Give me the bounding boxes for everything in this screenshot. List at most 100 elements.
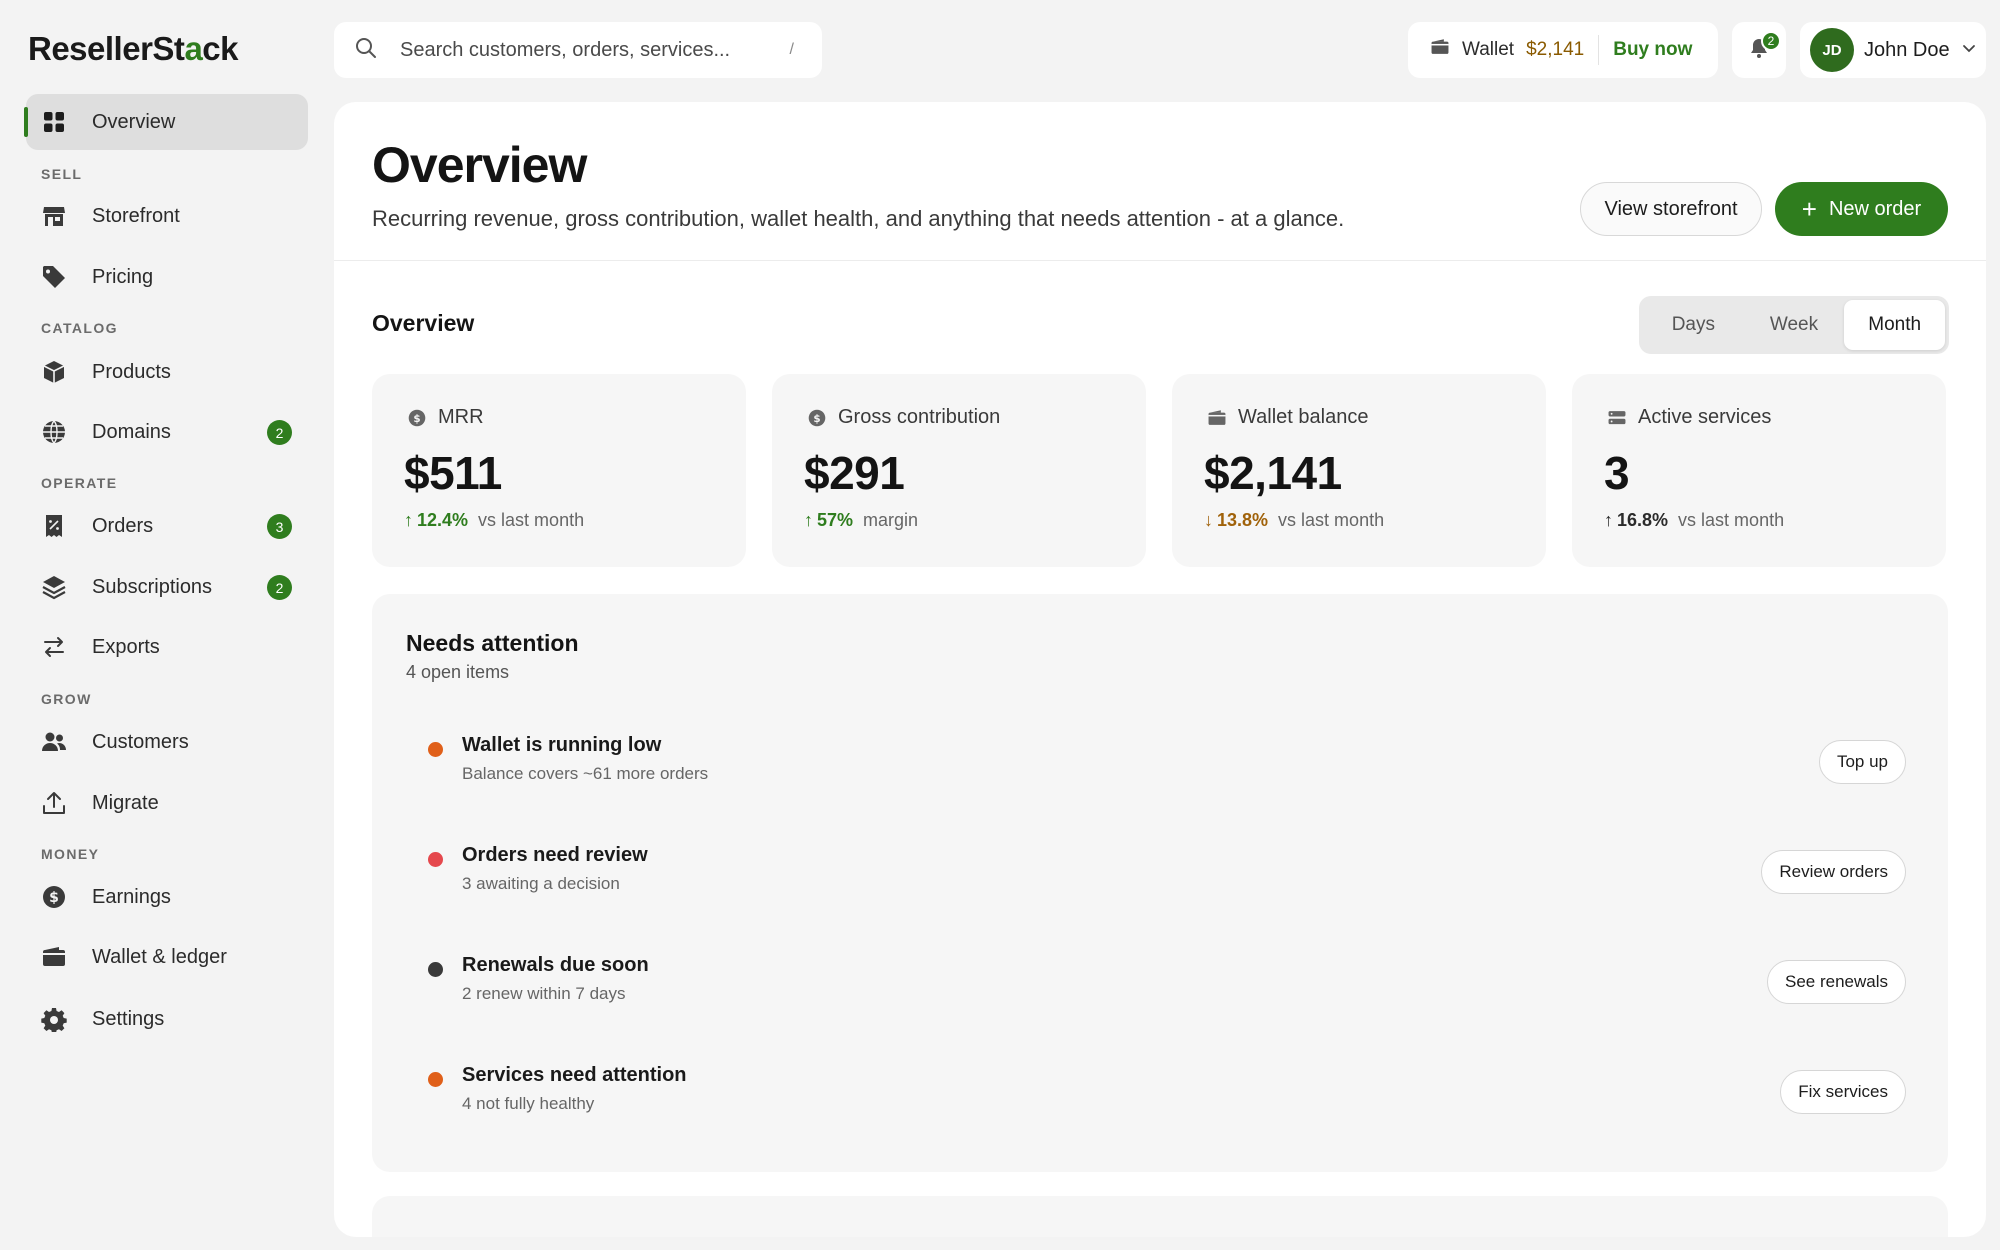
- sidebar-item-overview[interactable]: Overview: [24, 94, 308, 150]
- sidebar-item-label: Earnings: [92, 885, 171, 908]
- sidebar-item-label: Exports: [92, 635, 160, 658]
- attention-item-title: Wallet is running low: [462, 734, 662, 756]
- fix-services-button[interactable]: Fix services: [1780, 1070, 1906, 1114]
- kpi-card-gross-contribution: $ Gross contribution $291 ↑ 57% margin: [772, 374, 1146, 567]
- header-divider: [334, 260, 1986, 261]
- sidebar-item-orders[interactable]: Orders 3: [26, 498, 308, 554]
- attention-item: Orders need review 3 awaiting a decision…: [426, 840, 1906, 920]
- attention-item: Services need attention 4 not fully heal…: [426, 1060, 1906, 1140]
- attention-item-title: Orders need review: [462, 844, 648, 866]
- kpi-label: Active services: [1638, 406, 1772, 428]
- search-bar[interactable]: Search customers, orders, services... /: [334, 22, 822, 78]
- review-orders-button[interactable]: Review orders: [1761, 850, 1906, 894]
- overview-section-title: Overview: [372, 310, 475, 336]
- view-storefront-button[interactable]: View storefront: [1580, 182, 1762, 236]
- page-title: Overview: [372, 137, 587, 193]
- kpi-card-wallet-balance: Wallet balance $2,141 ↓ 13.8% vs last mo…: [1172, 374, 1546, 567]
- status-dot: [428, 962, 443, 977]
- section-label-grow: GROW: [41, 691, 92, 707]
- gear-icon: [40, 1005, 68, 1033]
- layers-icon: [40, 573, 68, 601]
- top-up-button[interactable]: Top up: [1818, 740, 1906, 784]
- chevron-down-icon: [1960, 39, 1978, 62]
- buy-now-button[interactable]: Buy now: [1613, 39, 1692, 61]
- attention-item-title: Services need attention: [462, 1064, 687, 1086]
- dollar-coin-icon: $: [806, 407, 828, 429]
- wallet-label: Wallet: [1462, 39, 1515, 60]
- user-menu[interactable]: JD John Doe: [1800, 22, 1986, 78]
- plus-icon: +: [1801, 194, 1817, 224]
- arrows-exchange-icon: [40, 633, 68, 661]
- status-dot: [428, 742, 443, 757]
- new-order-label: New order: [1828, 197, 1922, 220]
- storefront-icon: [40, 202, 68, 230]
- sidebar-item-subscriptions[interactable]: Subscriptions 2: [26, 559, 308, 615]
- sidebar-item-products[interactable]: Products: [26, 344, 308, 400]
- sidebar-item-earnings[interactable]: $ Earnings: [26, 869, 308, 925]
- sidebar-item-settings[interactable]: Settings: [26, 991, 308, 1047]
- grid-icon: [40, 108, 68, 136]
- kpi-delta-value: 57%: [817, 510, 854, 530]
- logo[interactable]: ResellerStack: [28, 30, 239, 68]
- sidebar-item-label: Migrate: [92, 791, 159, 814]
- sidebar-item-storefront[interactable]: Storefront: [26, 188, 308, 244]
- period-month[interactable]: Month: [1844, 300, 1946, 350]
- attention-item-desc: Balance covers ~61 more orders: [462, 764, 709, 783]
- wallet-divider: [1598, 35, 1600, 65]
- needs-attention-count: 4 open items: [406, 662, 510, 682]
- wallet-icon: [1430, 37, 1450, 63]
- see-renewals-button[interactable]: See renewals: [1766, 960, 1906, 1004]
- kpi-delta-note: margin: [863, 510, 919, 530]
- arrow-up-icon: ↑: [804, 510, 813, 530]
- notification-count-badge: 2: [1761, 31, 1781, 51]
- sidebar-item-label: Storefront: [92, 204, 180, 227]
- kpi-label-row: Wallet balance: [1206, 406, 1368, 429]
- needs-attention-title: Needs attention: [406, 630, 579, 656]
- kpi-label: Gross contribution: [838, 406, 1001, 428]
- dollar-coin-icon: $: [406, 407, 428, 429]
- kpi-value: $291: [804, 447, 905, 499]
- section-label-catalog: CATALOG: [41, 320, 118, 336]
- sidebar-item-label: Settings: [92, 1007, 165, 1030]
- sidebar-item-label: Domains: [92, 420, 171, 443]
- sidebar-item-pricing[interactable]: Pricing: [26, 249, 308, 305]
- wallet-summary: Wallet $2,141 Buy now: [1408, 22, 1718, 78]
- kpi-delta-note: vs last month: [1678, 510, 1785, 530]
- kpi-label: MRR: [438, 406, 484, 428]
- sidebar-item-customers[interactable]: Customers: [26, 714, 308, 770]
- sidebar-item-wallet-ledger[interactable]: Wallet & ledger: [26, 929, 308, 985]
- notifications-button[interactable]: 2: [1732, 22, 1786, 78]
- arrow-up-icon: ↑: [404, 510, 413, 530]
- sidebar-item-label: Wallet & ledger: [92, 945, 227, 968]
- server-icon: [1606, 407, 1628, 429]
- page-subtitle: Recurring revenue, gross contribution, w…: [372, 206, 1345, 231]
- kpi-label: Wallet balance: [1238, 406, 1369, 428]
- kpi-value: $2,141: [1204, 447, 1342, 499]
- period-week[interactable]: Week: [1744, 300, 1845, 350]
- kpi-delta: ↓ 13.8% vs last month: [1204, 510, 1384, 531]
- attention-item-desc: 3 awaiting a decision: [462, 874, 620, 893]
- wallet-icon: [40, 943, 68, 971]
- sidebar-item-label: Orders: [92, 514, 154, 537]
- box-icon: [40, 358, 68, 386]
- sidebar-item-migrate[interactable]: Migrate: [26, 775, 308, 831]
- kpi-label-row: $ MRR: [406, 406, 484, 429]
- sidebar-item-exports[interactable]: Exports: [26, 619, 308, 675]
- period-days[interactable]: Days: [1643, 300, 1744, 350]
- kpi-card-mrr: $ MRR $511 ↑ 12.4% vs last month: [372, 374, 746, 567]
- sidebar-item-domains[interactable]: Domains 2: [26, 404, 308, 460]
- search-input[interactable]: Search customers, orders, services...: [400, 39, 790, 62]
- next-panel: [372, 1196, 1948, 1237]
- svg-text:$: $: [813, 412, 820, 424]
- sidebar-item-label: Customers: [92, 730, 189, 753]
- receipt-icon: [40, 512, 68, 540]
- period-toggle: Days Week Month: [1639, 296, 1949, 354]
- kpi-label-row: $ Gross contribution: [806, 406, 1000, 429]
- sidebar-item-label: Pricing: [92, 265, 154, 288]
- domains-count-badge: 2: [267, 420, 292, 445]
- svg-text:$: $: [49, 890, 59, 906]
- arrow-up-icon: ↑: [1604, 510, 1613, 530]
- avatar: JD: [1810, 28, 1854, 72]
- new-order-button[interactable]: + New order: [1775, 182, 1948, 236]
- dollar-coin-icon: $: [40, 883, 68, 911]
